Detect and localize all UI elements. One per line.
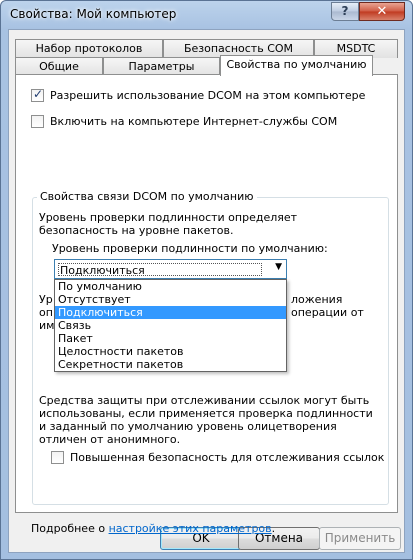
impersonation-text-fragment: ложения bbox=[291, 293, 343, 306]
dropdown-option[interactable]: Связь bbox=[55, 319, 286, 332]
auth-level-dropdown-list[interactable]: По умолчанию Отсутствует Подключиться Св… bbox=[54, 279, 287, 372]
dialog-client-area: Набор протоколов Безопасность COM MSDTC … bbox=[8, 29, 405, 553]
impersonation-text-fragment: операции от bbox=[291, 306, 364, 319]
chevron-down-icon[interactable]: ▼ bbox=[275, 262, 282, 272]
auth-description: Уровень проверки подлинности определяет … bbox=[39, 211, 298, 237]
secure-tracking-checkbox[interactable] bbox=[51, 451, 64, 464]
help-button[interactable]: ? bbox=[331, 2, 359, 21]
enable-com-internet-checkbox[interactable] bbox=[31, 115, 44, 128]
impersonation-text-fragment: оп bbox=[39, 306, 53, 319]
impersonation-text-fragment: им bbox=[39, 319, 55, 332]
more-info-link[interactable]: настройке этих параметров bbox=[109, 522, 272, 535]
auth-level-label: Уровень проверки подлинности по умолчани… bbox=[52, 242, 328, 255]
tab-protocols[interactable]: Набор протоколов bbox=[15, 39, 163, 58]
enable-dcom-checkbox[interactable] bbox=[31, 87, 44, 102]
more-info-line: Подробнее о настройке этих параметров. bbox=[31, 522, 275, 535]
enable-dcom-row[interactable]: Разрешить использование DCOM на этом ком… bbox=[31, 87, 366, 102]
dropdown-option[interactable]: По умолчанию bbox=[55, 280, 286, 293]
tab-panel: Разрешить использование DCOM на этом ком… bbox=[15, 74, 398, 535]
secure-tracking-row[interactable]: Повышенная безопасность для отслеживания… bbox=[51, 451, 384, 464]
dropdown-option[interactable]: Секретности пакетов bbox=[55, 358, 286, 371]
impersonation-text-fragment: Ур bbox=[39, 293, 53, 306]
enable-com-internet-label: Включить на компьютере Интернет-службы C… bbox=[50, 115, 338, 128]
close-button[interactable]: ✕ bbox=[359, 2, 405, 21]
auth-level-combobox[interactable]: Подключиться ▼ bbox=[54, 259, 287, 279]
window-title: Свойства: Мой компьютер bbox=[10, 7, 177, 21]
dropdown-option[interactable]: Целостности пакетов bbox=[55, 345, 286, 358]
title-bar[interactable]: Свойства: Мой компьютер ? ✕ bbox=[1, 1, 412, 28]
enable-dcom-label: Разрешить использование DCOM на этом ком… bbox=[50, 89, 366, 102]
more-info-suffix: . bbox=[271, 522, 276, 535]
auth-level-selected-value: Подключиться bbox=[58, 263, 262, 277]
groupbox-title: Свойства связи DCOM по умолчанию bbox=[37, 190, 257, 203]
tracking-description: Средства защиты при отслеживании ссылок … bbox=[39, 394, 373, 446]
dropdown-option[interactable]: Пакет bbox=[55, 332, 286, 345]
enable-com-internet-row[interactable]: Включить на компьютере Интернет-службы C… bbox=[31, 115, 337, 128]
secure-tracking-label: Повышенная безопасность для отслеживания… bbox=[70, 451, 385, 464]
dropdown-option-selected[interactable]: Подключиться bbox=[55, 306, 286, 319]
apply-button[interactable]: Применить bbox=[319, 527, 401, 550]
more-info-prefix: Подробнее о bbox=[31, 522, 109, 535]
properties-window: Свойства: Мой компьютер ? ✕ Набор проток… bbox=[0, 0, 413, 560]
dropdown-option[interactable]: Отсутствует bbox=[55, 293, 286, 306]
tab-default-properties[interactable]: Свойства по умолчанию bbox=[220, 55, 373, 76]
